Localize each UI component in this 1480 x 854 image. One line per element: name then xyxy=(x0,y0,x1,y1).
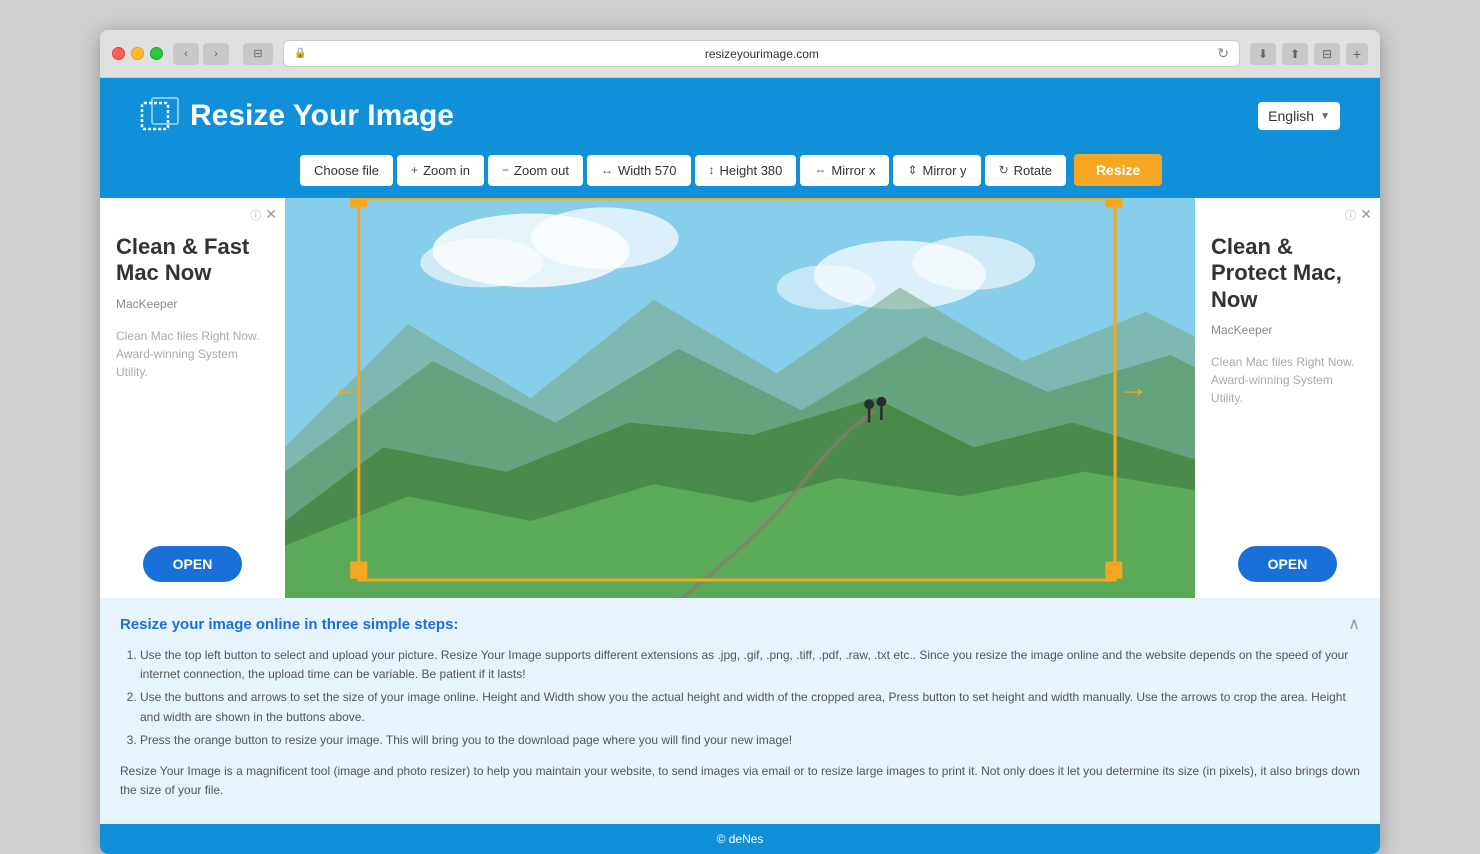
logo-icon xyxy=(140,96,180,136)
download-button[interactable]: ⬇ xyxy=(1250,43,1276,65)
main-layout: ⓘ ✕ Clean & Fast Mac Now MacKeeper Clean… xyxy=(100,198,1380,598)
right-ad-open-button[interactable]: OPEN xyxy=(1238,546,1338,582)
new-tab-button[interactable]: + xyxy=(1346,43,1368,65)
steps-list: Use the top left button to select and up… xyxy=(120,646,1360,750)
left-ad-info-icon[interactable]: ⓘ xyxy=(250,207,261,223)
left-ad-panel: ⓘ ✕ Clean & Fast Mac Now MacKeeper Clean… xyxy=(100,198,285,598)
left-ad-brand: MacKeeper xyxy=(116,297,269,311)
reload-icon[interactable]: ↻ xyxy=(1217,45,1229,62)
step-3: Press the orange button to resize your i… xyxy=(140,731,1360,750)
toolbar: Choose file + Zoom in − Zoom out ↔ Width… xyxy=(100,154,1380,198)
lock-icon: 🔒 xyxy=(294,48,306,59)
zoom-out-button[interactable]: − Zoom out xyxy=(488,155,583,186)
right-ad-body: Clean Mac files Right Now. Award-winning… xyxy=(1211,353,1364,407)
rotate-button[interactable]: ↻ Rotate xyxy=(985,155,1066,186)
language-selector[interactable]: English ▼ xyxy=(1258,102,1340,130)
browser-titlebar: ‹ › ⊟ 🔒 resizeyourimage.com ↻ ⬇ ⬆ ⊟ + xyxy=(100,30,1380,78)
site-wrapper: Resize Your Image English ▼ Choose file … xyxy=(100,78,1380,854)
maximize-button[interactable] xyxy=(150,47,163,60)
sidebar-button[interactable]: ⊟ xyxy=(243,43,273,65)
url-text: resizeyourimage.com xyxy=(312,47,1211,61)
chevron-down-icon: ▼ xyxy=(1320,111,1330,122)
right-ad-close-icon[interactable]: ✕ xyxy=(1360,206,1372,223)
rotate-icon: ↻ xyxy=(999,163,1009,177)
right-ad-info-icon[interactable]: ⓘ xyxy=(1345,207,1356,223)
site-footer: © deNes xyxy=(100,824,1380,854)
minus-icon: − xyxy=(502,163,509,177)
resize-button[interactable]: Resize xyxy=(1074,154,1162,186)
image-canvas: ↑ ← → xyxy=(285,198,1195,598)
width-button[interactable]: ↔ Width 570 xyxy=(587,155,691,186)
site-logo: Resize Your Image xyxy=(140,96,454,136)
plus-icon: + xyxy=(411,163,418,177)
step-1: Use the top left button to select and up… xyxy=(140,646,1360,684)
bottom-section: Resize your image online in three simple… xyxy=(100,598,1380,824)
traffic-lights xyxy=(112,47,163,60)
height-button[interactable]: ↕ Height 380 xyxy=(695,155,797,186)
mirror-x-icon: ⇔ xyxy=(814,163,826,177)
close-button[interactable] xyxy=(112,47,125,60)
mirror-x-button[interactable]: ⇔ Mirror x xyxy=(800,155,889,186)
right-ad-controls: ⓘ ✕ xyxy=(1345,206,1372,223)
height-icon: ↕ xyxy=(709,163,715,177)
width-icon: ↔ xyxy=(601,163,613,177)
collapse-icon[interactable]: ∧ xyxy=(1348,614,1360,634)
url-bar[interactable]: 🔒 resizeyourimage.com ↻ xyxy=(283,40,1240,67)
right-ad-brand: MacKeeper xyxy=(1211,323,1364,337)
nav-buttons: ‹ › xyxy=(173,43,229,65)
browser-actions: ⬇ ⬆ ⊟ + xyxy=(1250,43,1368,65)
mirror-y-button[interactable]: ⇕ Mirror y xyxy=(893,155,980,186)
site-title: Resize Your Image xyxy=(190,99,454,133)
forward-button[interactable]: › xyxy=(203,43,229,65)
choose-file-button[interactable]: Choose file xyxy=(300,155,393,186)
minimize-button[interactable] xyxy=(131,47,144,60)
right-ad-panel: ⓘ ✕ Clean & Protect Mac, Now MacKeeper C… xyxy=(1195,198,1380,598)
tab-overview-button[interactable]: ⊟ xyxy=(1314,43,1340,65)
mirror-y-icon: ⇕ xyxy=(907,163,917,177)
step-2: Use the buttons and arrows to set the si… xyxy=(140,688,1360,726)
back-button[interactable]: ‹ xyxy=(173,43,199,65)
language-label: English xyxy=(1268,108,1314,124)
steps-title: Resize your image online in three simple… xyxy=(120,616,458,633)
copyright-text: © deNes xyxy=(717,832,764,846)
steps-header: Resize your image online in three simple… xyxy=(120,614,1360,634)
browser-window: ‹ › ⊟ 🔒 resizeyourimage.com ↻ ⬇ ⬆ ⊟ + xyxy=(100,30,1380,854)
left-ad-body: Clean Mac files Right Now. Award-winning… xyxy=(116,327,269,381)
left-ad-title: Clean & Fast Mac Now xyxy=(116,234,269,287)
left-ad-open-button[interactable]: OPEN xyxy=(143,546,243,582)
footer-description: Resize Your Image is a magnificent tool … xyxy=(120,762,1360,800)
right-ad-title: Clean & Protect Mac, Now xyxy=(1211,234,1364,313)
share-button[interactable]: ⬆ xyxy=(1282,43,1308,65)
site-header: Resize Your Image English ▼ xyxy=(100,78,1380,154)
left-ad-close-icon[interactable]: ✕ xyxy=(265,206,277,223)
left-ad-controls: ⓘ ✕ xyxy=(250,206,277,223)
zoom-in-button[interactable]: + Zoom in xyxy=(397,155,484,186)
